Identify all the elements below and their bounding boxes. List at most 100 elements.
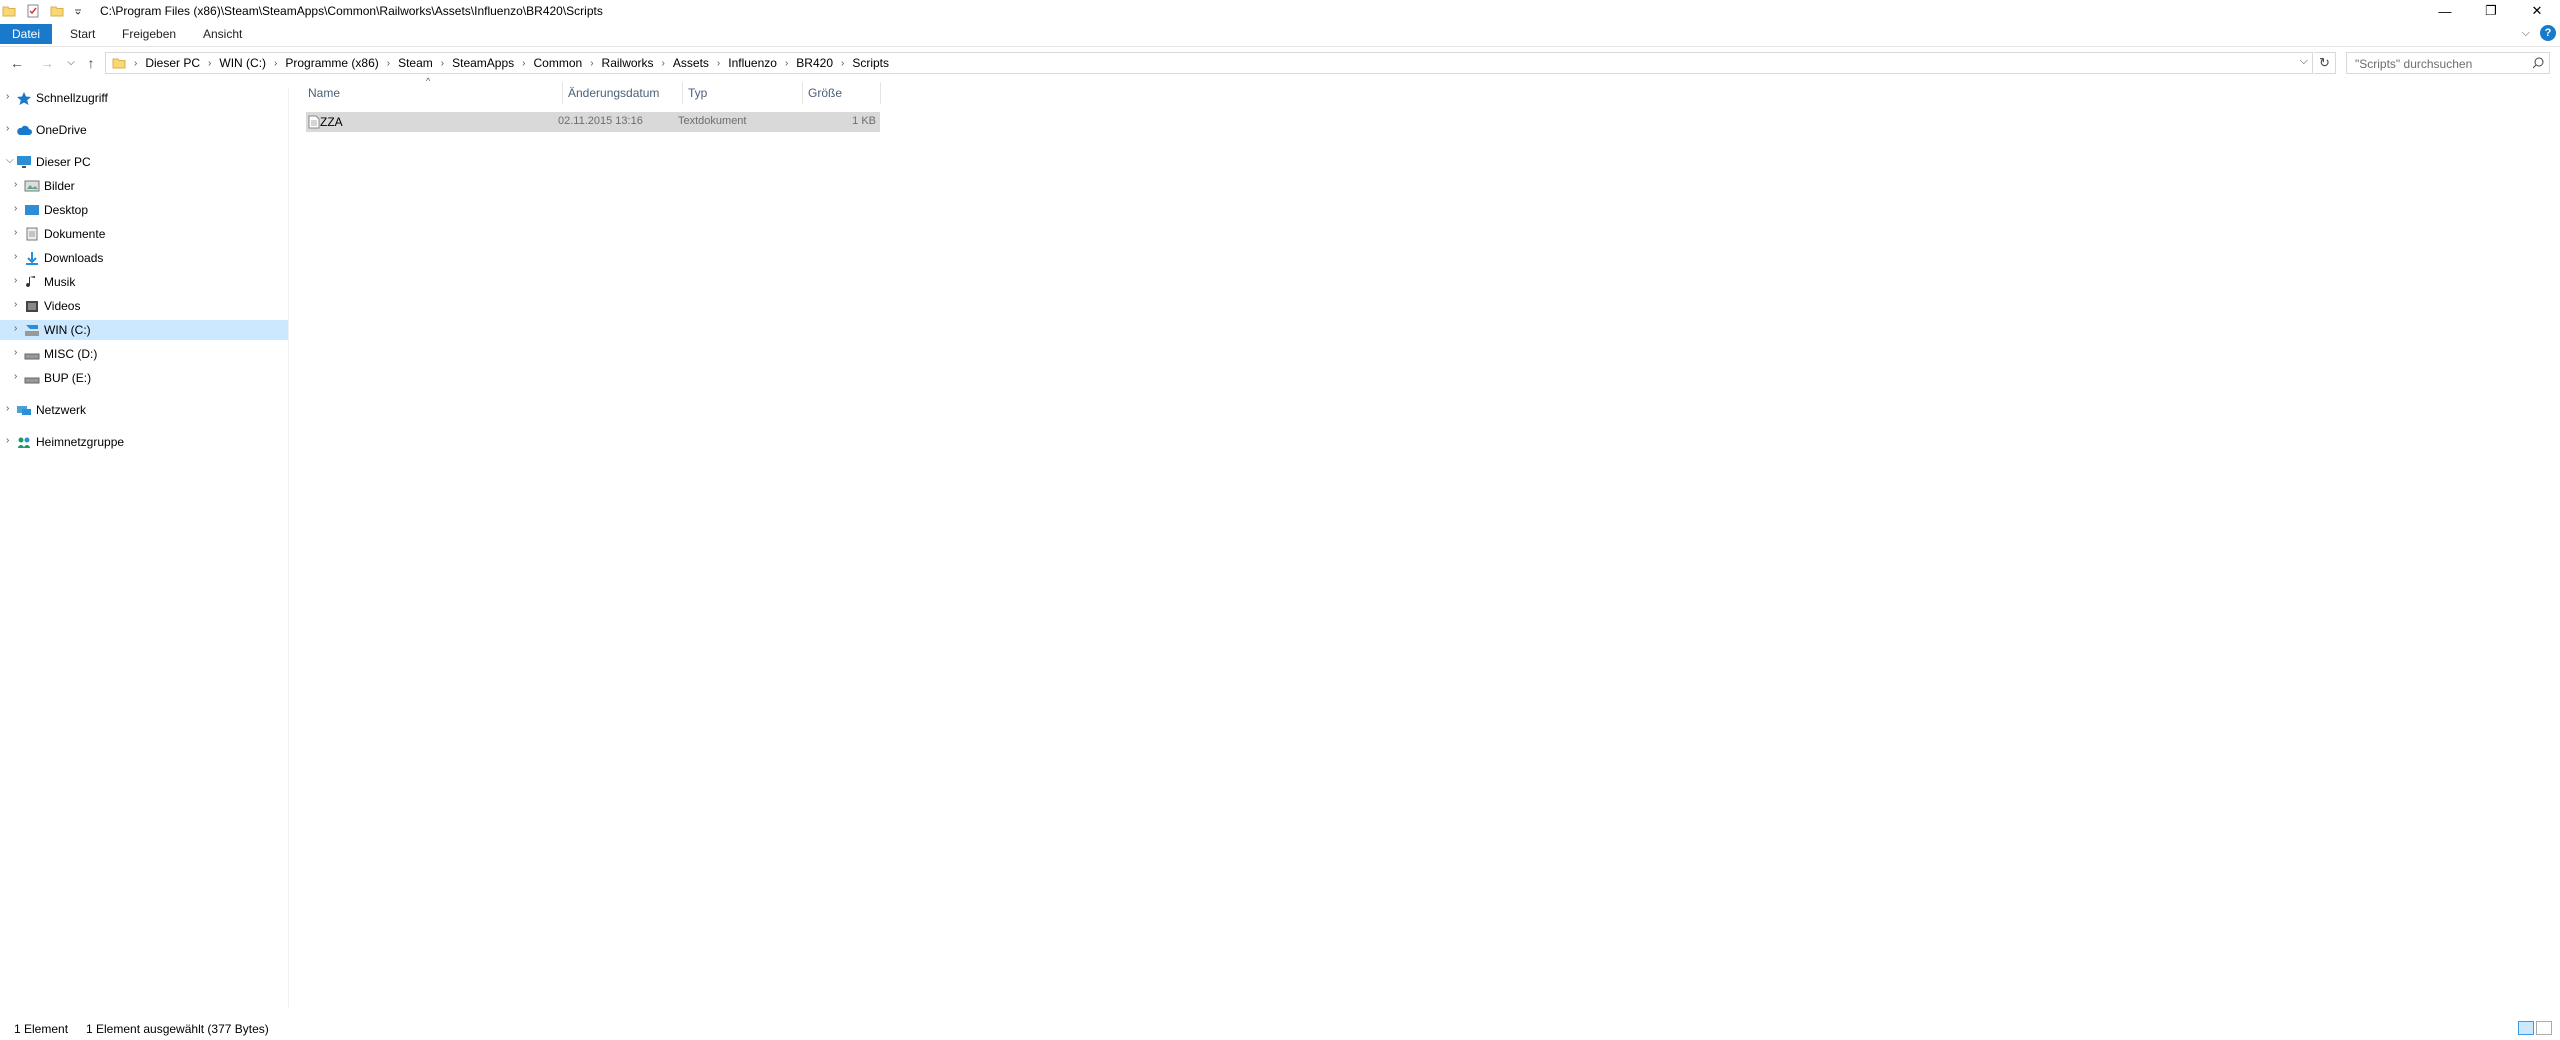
tree-item-label: Downloads: [44, 251, 104, 265]
chevron-right-icon[interactable]: ›: [6, 435, 9, 446]
tree-item-onedrive[interactable]: › OneDrive: [0, 120, 288, 140]
breadcrumb-item[interactable]: Dieser PC: [141, 56, 204, 70]
column-header-name[interactable]: Name: [308, 86, 340, 102]
breadcrumb-item[interactable]: Common: [530, 56, 587, 70]
tree-item-netzwerk[interactable]: › Netzwerk: [0, 400, 288, 420]
search-icon: [2532, 57, 2544, 69]
chevron-right-icon[interactable]: ›: [14, 347, 17, 358]
chevron-right-icon[interactable]: ›: [14, 203, 17, 214]
tree-item-dieser-pc[interactable]: ⌵ Dieser PC: [0, 152, 288, 172]
tree-item-misc-d[interactable]: › MISC (D:): [0, 344, 288, 364]
breadcrumb-item[interactable]: Influenzo: [724, 56, 781, 70]
chevron-right-icon[interactable]: ›: [14, 251, 17, 262]
address-bar[interactable]: › Dieser PC › WIN (C:) › Programme (x86) › Stea…: [105, 52, 2313, 74]
customize-toolbar-icon[interactable]: [74, 4, 82, 18]
tab-ansicht[interactable]: Ansicht: [193, 25, 252, 43]
breadcrumb-item[interactable]: Scripts: [848, 56, 893, 70]
tree-item-musik[interactable]: › Musik: [0, 272, 288, 292]
tree-item-label: Videos: [44, 299, 81, 313]
forward-button[interactable]: →: [38, 54, 56, 72]
tree-item-desktop[interactable]: › Desktop: [0, 200, 288, 220]
file-name: ZZA: [320, 115, 343, 129]
tree-item-label: Desktop: [44, 203, 89, 217]
breadcrumb-separator-icon[interactable]: ›: [518, 58, 529, 69]
chevron-right-icon[interactable]: ›: [6, 403, 9, 414]
help-icon[interactable]: ?: [2540, 25, 2556, 41]
details-view-button[interactable]: [2518, 1021, 2534, 1035]
breadcrumb-item[interactable]: Steam: [394, 56, 437, 70]
chevron-right-icon[interactable]: ›: [6, 123, 9, 134]
documents-icon: [26, 227, 38, 241]
tree-item-label: Musik: [44, 275, 76, 289]
close-button[interactable]: ✕: [2514, 0, 2560, 22]
tree-item-dokumente[interactable]: › Dokumente: [0, 224, 288, 244]
column-header-type[interactable]: Typ: [688, 86, 707, 102]
breadcrumb-item[interactable]: WIN (C:): [215, 56, 270, 70]
breadcrumb-separator-icon[interactable]: ›: [383, 58, 394, 69]
large-icons-view-button[interactable]: [2536, 1021, 2552, 1035]
refresh-button[interactable]: ↻: [2314, 52, 2336, 74]
chevron-right-icon[interactable]: ›: [14, 299, 17, 310]
column-divider[interactable]: [880, 82, 881, 104]
tree-item-win-c[interactable]: › WIN (C:): [0, 320, 288, 340]
chevron-down-icon[interactable]: ⌵: [2300, 55, 2308, 68]
breadcrumb-separator-icon[interactable]: ›: [204, 58, 215, 69]
title-bar: C:\Program Files (x86)\Steam\SteamApps\C…: [0, 0, 2560, 22]
file-row[interactable]: ZZA 02.11.2015 13:16 Textdokument 1 KB: [306, 112, 880, 132]
breadcrumb-item[interactable]: Assets: [669, 56, 713, 70]
breadcrumb-separator-icon[interactable]: ›: [586, 58, 597, 69]
tree-item-downloads[interactable]: › Downloads: [0, 248, 288, 268]
file-list: Name ^ Änderungsdatum Typ Größe ZZA 02.1…: [290, 76, 2560, 1006]
breadcrumb-separator-icon[interactable]: ›: [130, 58, 141, 69]
column-divider[interactable]: [682, 82, 683, 104]
tree-item-label: BUP (E:): [44, 371, 92, 385]
sort-arrow-icon: ^: [426, 76, 431, 86]
breadcrumb-item[interactable]: BR420: [792, 56, 837, 70]
tree-item-schnellzugriff[interactable]: › Schnellzugriff: [0, 88, 288, 108]
breadcrumb-separator-icon[interactable]: ›: [713, 58, 724, 69]
breadcrumb-separator-icon[interactable]: ›: [658, 58, 669, 69]
tree-item-heimnetzgruppe[interactable]: › Heimnetzgruppe: [0, 432, 288, 452]
breadcrumb: › Dieser PC › WIN (C:) › Programme (x86) › Stea…: [130, 53, 893, 73]
chevron-right-icon[interactable]: ›: [14, 179, 17, 190]
tree-item-bup-e[interactable]: › BUP (E:): [0, 368, 288, 388]
minimize-button[interactable]: —: [2422, 0, 2468, 22]
drive-icon: [24, 377, 40, 384]
chevron-down-icon[interactable]: ⌵: [6, 155, 14, 166]
music-icon: [26, 276, 35, 288]
breadcrumb-separator-icon[interactable]: ›: [437, 58, 448, 69]
chevron-right-icon[interactable]: ›: [14, 323, 17, 334]
breadcrumb-separator-icon[interactable]: ›: [837, 58, 848, 69]
tree-item-label: MISC (D:): [44, 347, 98, 361]
tab-datei[interactable]: Datei: [0, 24, 53, 44]
column-divider[interactable]: [562, 82, 563, 104]
tab-freigeben[interactable]: Freigeben: [112, 25, 186, 43]
column-header-date[interactable]: Änderungsdatum: [568, 86, 659, 102]
breadcrumb-separator-icon[interactable]: ›: [781, 58, 792, 69]
column-divider[interactable]: [802, 82, 803, 104]
tab-start[interactable]: Start: [60, 25, 105, 43]
recent-locations-button[interactable]: ⌵: [62, 54, 80, 72]
breadcrumb-item[interactable]: Railworks: [598, 56, 658, 70]
column-header-size[interactable]: Größe: [808, 86, 842, 102]
back-button[interactable]: ←: [8, 54, 26, 72]
expand-ribbon-icon[interactable]: ⌵: [2522, 27, 2530, 40]
search-box[interactable]: "Scripts" durchsuchen: [2346, 52, 2550, 74]
properties-icon[interactable]: [26, 4, 40, 18]
breadcrumb-separator-icon[interactable]: ›: [270, 58, 281, 69]
homegroup-icon: [18, 437, 30, 448]
tree-item-label: Netzwerk: [36, 403, 87, 417]
tree-item-videos[interactable]: › Videos: [0, 296, 288, 316]
new-folder-icon[interactable]: [50, 4, 64, 18]
file-type: Textdokument: [678, 115, 747, 127]
chevron-right-icon[interactable]: ›: [14, 227, 17, 238]
tree-item-bilder[interactable]: › Bilder: [0, 176, 288, 196]
breadcrumb-item[interactable]: Programme (x86): [281, 56, 382, 70]
chevron-right-icon[interactable]: ›: [6, 91, 9, 102]
folder-icon: [112, 58, 126, 69]
restore-button[interactable]: ❐: [2468, 0, 2514, 22]
chevron-right-icon[interactable]: ›: [14, 371, 17, 382]
chevron-right-icon[interactable]: ›: [14, 275, 17, 286]
up-button[interactable]: ↑: [82, 54, 100, 72]
breadcrumb-item[interactable]: SteamApps: [448, 56, 518, 70]
